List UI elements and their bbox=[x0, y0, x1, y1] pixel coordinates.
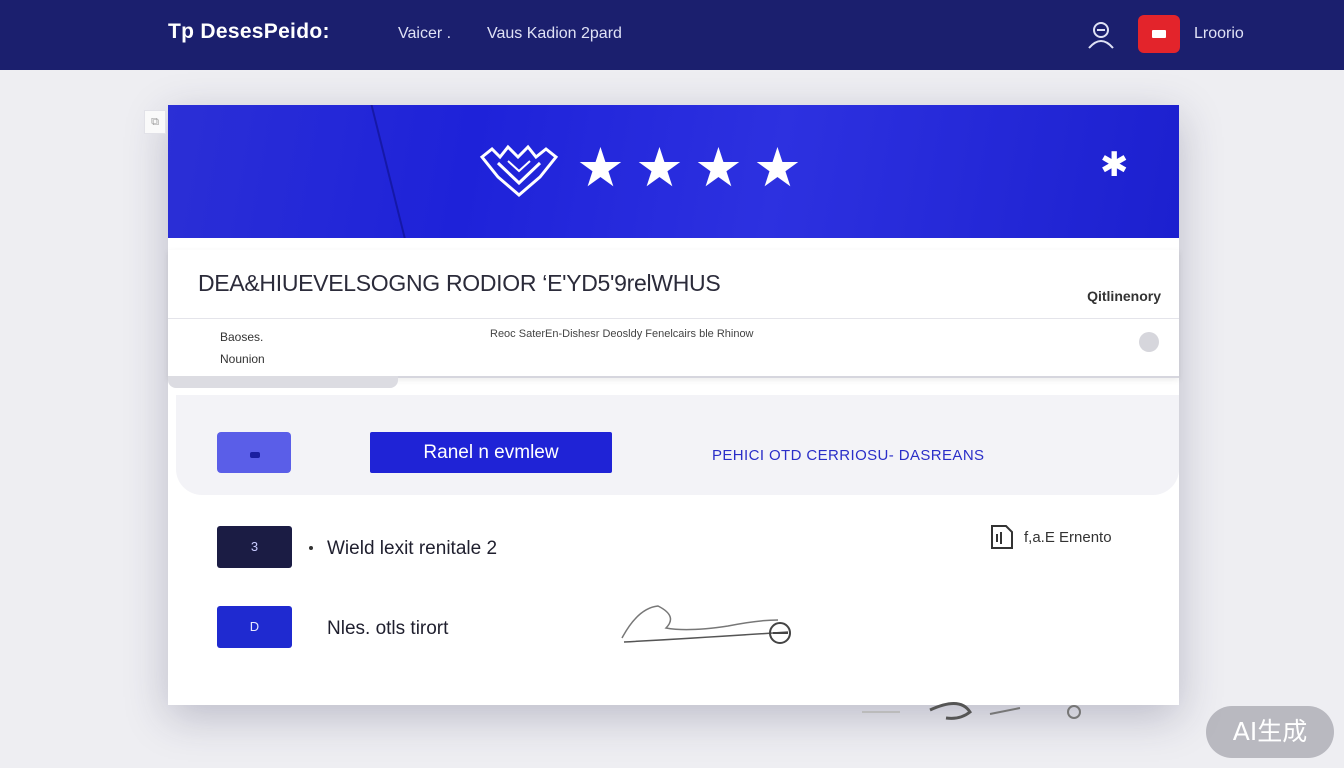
info-status: Qitlinenory bbox=[1087, 288, 1161, 304]
row-badge: D bbox=[217, 606, 292, 648]
notification-button[interactable] bbox=[1138, 15, 1180, 53]
star-icon: ★ bbox=[635, 136, 684, 199]
info-meta-2: Nounion bbox=[220, 352, 265, 366]
notification-icon bbox=[1152, 30, 1166, 38]
corner-tab-icon[interactable]: ⧉ bbox=[144, 110, 166, 134]
info-meta-1: Baoses. bbox=[220, 330, 264, 344]
brand-title[interactable]: Tp DesesPeido: bbox=[168, 20, 330, 44]
small-action-icon bbox=[250, 452, 260, 458]
rating-stars: ★ ★ ★ ★ bbox=[572, 138, 806, 198]
side-action-link[interactable]: f,a.E Ernento bbox=[986, 522, 1112, 552]
info-panel: DEA&HIUEVELSOGNG RODIOR ‘E'YD5'9relWHUS … bbox=[168, 250, 1179, 388]
user-name[interactable]: Lroorio bbox=[1194, 25, 1244, 43]
crest-logo-icon bbox=[479, 144, 559, 197]
row-label: Nles. otls tirort bbox=[327, 618, 449, 639]
info-description: Reoc SaterEn-Dishesr Deosldy Fenelcairs … bbox=[490, 328, 754, 340]
toolbar-link[interactable]: PEHICI OTD CERRIOSU- DASREANS bbox=[712, 447, 984, 464]
nav-link-1[interactable]: Vaicer . bbox=[398, 25, 451, 43]
user-profile-icon[interactable] bbox=[1086, 18, 1116, 52]
ai-generated-watermark: AI生成 bbox=[1206, 706, 1334, 758]
footer-decoration bbox=[862, 702, 1081, 720]
action-toolbar bbox=[176, 395, 1179, 495]
primary-action-button[interactable]: Ranel n evmlew bbox=[370, 432, 612, 473]
toggle-dot[interactable] bbox=[1139, 332, 1159, 352]
signature-graphic bbox=[621, 605, 791, 644]
divider bbox=[168, 318, 1179, 319]
hero-decoration bbox=[366, 105, 412, 238]
star-icon: ★ bbox=[753, 136, 802, 199]
side-action-label: f,a.E Ernento bbox=[1024, 528, 1112, 546]
nav-link-2[interactable]: Vaus Kadion 2pard bbox=[487, 25, 622, 43]
info-title: DEA&HIUEVELSOGNG RODIOR ‘E'YD5'9relWHUS bbox=[198, 270, 721, 296]
document-icon bbox=[991, 525, 1013, 549]
star-icon: ★ bbox=[694, 136, 743, 199]
scrollbar[interactable] bbox=[168, 376, 398, 388]
bullet bbox=[309, 546, 313, 550]
star-icon: ★ bbox=[576, 136, 625, 199]
small-action-button[interactable] bbox=[217, 432, 291, 473]
row-label: Wield lexit renitale 2 bbox=[327, 538, 498, 559]
top-navigation-bar: Tp DesesPeido: Vaicer . Vaus Kadion 2par… bbox=[0, 0, 1344, 70]
sparkle-icon[interactable]: ✱ bbox=[1100, 145, 1129, 185]
row-badge: 3 bbox=[217, 526, 292, 568]
